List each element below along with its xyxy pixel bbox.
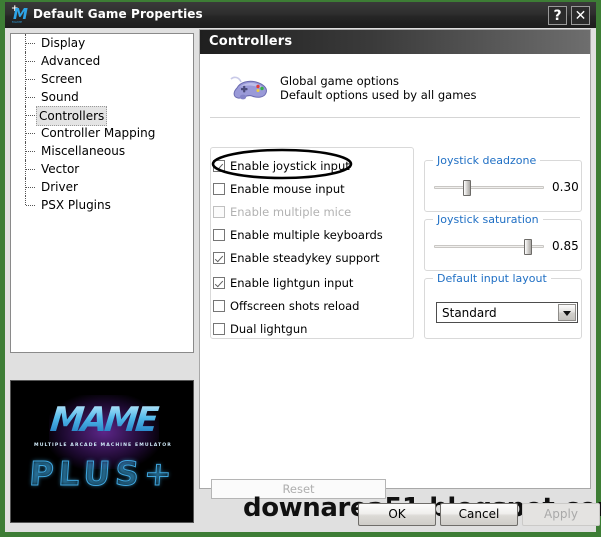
mame-plus-logo: MAME MULTIPLE ARCADE MACHINE EMULATOR PL…	[10, 380, 194, 523]
chevron-down-icon[interactable]	[558, 304, 576, 321]
close-button[interactable]: ✕	[571, 6, 590, 25]
checkbox-label: Enable multiple keyboards	[230, 228, 383, 242]
checkbox-label: Enable joystick input	[230, 159, 350, 173]
joystick-deadzone-slider-track[interactable]	[434, 186, 544, 189]
default-input-layout-select[interactable]: Standard	[436, 302, 578, 323]
sidebar-item-sound[interactable]: Sound	[11, 88, 193, 106]
sidebar-item-miscellaneous[interactable]: Miscellaneous	[11, 142, 193, 160]
gamepad-icon	[230, 76, 267, 100]
joystick-deadzone-value: 0.30	[552, 180, 579, 194]
panel-title: Controllers	[209, 34, 293, 49]
checkbox-label: Offscreen shots reload	[230, 299, 360, 313]
sidebar-item-vector[interactable]: Vector	[11, 160, 193, 178]
joystick-saturation-label: Joystick saturation	[433, 213, 543, 226]
sidebar-item-advanced[interactable]: Advanced	[11, 52, 193, 70]
window-title: Default Game Properties	[33, 7, 203, 21]
settings-panel: Controllers Global game options Default …	[199, 29, 591, 489]
joystick-deadzone-label: Joystick deadzone	[433, 154, 541, 167]
checkbox-dual-lightgun[interactable]: Dual lightgun	[213, 322, 307, 338]
joystick-saturation-slider-thumb[interactable]	[524, 239, 532, 255]
title-bar: + M MAME Default Game Properties ? ✕	[5, 2, 596, 28]
checkbox-label: Dual lightgun	[230, 322, 308, 336]
checkbox-enable-multiple-keyboards[interactable]: Enable multiple keyboards	[213, 228, 383, 244]
checkbox-enable-mouse-input[interactable]: Enable mouse input	[213, 182, 345, 198]
select-value: Standard	[442, 306, 497, 320]
checkbox-box[interactable]	[213, 183, 225, 195]
joystick-deadzone-slider-thumb[interactable]	[463, 180, 471, 196]
sidebar-item-psx-plugins[interactable]: PSX Plugins	[11, 196, 193, 214]
checkbox-box	[213, 206, 225, 218]
ok-button[interactable]: OK	[358, 503, 436, 526]
application-window: + M MAME Default Game Properties ? ✕ Dis…	[0, 0, 601, 537]
checkbox-box[interactable]	[213, 300, 225, 312]
checkbox-box[interactable]	[213, 252, 225, 264]
icon-subtext: MAME	[12, 20, 23, 24]
checkbox-label: Enable steadykey support	[230, 251, 380, 265]
checkbox-label: Enable mouse input	[230, 182, 345, 196]
sidebar-item-controllers[interactable]: Controllers	[11, 106, 193, 126]
checkbox-box[interactable]	[213, 229, 225, 241]
checkbox-label: Enable multiple mice	[230, 205, 352, 219]
sidebar-item-display[interactable]: Display	[11, 34, 193, 52]
description-line-1: Global game options	[280, 74, 399, 88]
joystick-saturation-value: 0.85	[552, 239, 579, 253]
cancel-button[interactable]: Cancel	[440, 503, 518, 526]
help-button[interactable]: ?	[548, 6, 567, 25]
checkbox-enable-multiple-mice: Enable multiple mice	[213, 205, 351, 221]
sidebar-item-controller-mapping[interactable]: Controller Mapping	[11, 124, 193, 142]
sidebar-item-screen[interactable]: Screen	[11, 70, 193, 88]
checkbox-enable-steadykey-support[interactable]: Enable steadykey support	[213, 251, 380, 267]
checkbox-box[interactable]	[213, 277, 225, 289]
sidebar-item-driver[interactable]: Driver	[11, 178, 193, 196]
checkbox-enable-lightgun-input[interactable]: Enable lightgun input	[213, 276, 353, 292]
apply-button[interactable]: Apply	[522, 503, 600, 526]
description-line-2: Default options used by all games	[280, 88, 477, 102]
checkbox-offscreen-shots-reload[interactable]: Offscreen shots reload	[213, 299, 359, 315]
logo-title: MAME	[23, 400, 183, 440]
panel-header: Controllers	[200, 30, 590, 54]
dialog-body: Display Advanced Screen Sound Controller…	[5, 28, 601, 532]
checkbox-box[interactable]	[213, 323, 225, 335]
default-input-layout-label: Default input layout	[433, 272, 551, 285]
mame-plus-icon: + M MAME	[11, 5, 29, 25]
checkbox-enable-joystick-input[interactable]: Enable joystick input	[213, 159, 350, 175]
checkbox-box[interactable]	[213, 160, 225, 172]
logo-plus: PLUS+	[28, 454, 179, 494]
settings-tree[interactable]: Display Advanced Screen Sound Controller…	[10, 33, 194, 353]
header-divider	[210, 117, 580, 118]
logo-tagline: MULTIPLE ARCADE MACHINE EMULATOR	[34, 443, 172, 448]
checkbox-label: Enable lightgun input	[230, 276, 354, 290]
